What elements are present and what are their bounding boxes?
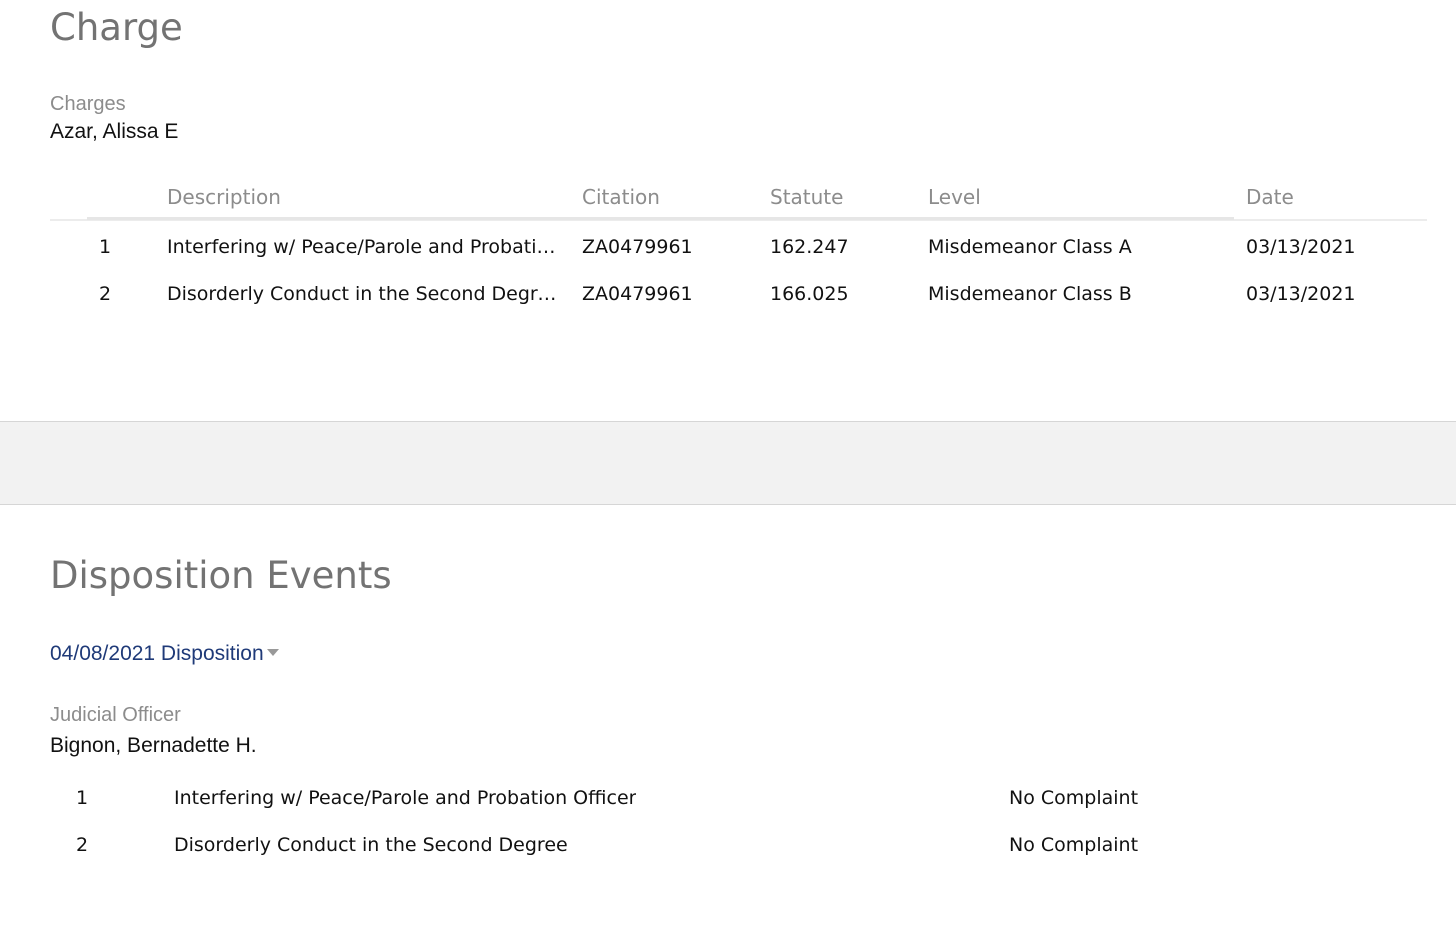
charge-level: Misdemeanor Class A: [928, 236, 1132, 258]
caret-down-icon: [266, 648, 279, 656]
charges-label: Charges: [50, 93, 126, 115]
judicial-officer-name: Bignon, Bernadette H.: [50, 734, 257, 757]
column-header-citation: Citation: [582, 185, 660, 209]
charge-statute: 162.247: [770, 236, 849, 258]
judicial-officer-label: Judicial Officer: [50, 704, 181, 726]
charge-level: Misdemeanor Class B: [928, 283, 1132, 305]
disposition-charge: Interfering w/ Peace/Parole and Probatio…: [174, 787, 637, 809]
charge-date: 03/13/2021: [1246, 236, 1356, 258]
charge-citation: ZA0479961: [582, 236, 693, 258]
charge-description: Interfering w/ Peace/Parole and Probatio…: [167, 236, 557, 258]
disposition-charge: Disorderly Conduct in the Second Degree: [174, 834, 568, 856]
column-header-date: Date: [1246, 185, 1294, 209]
charge-title: Charge: [50, 6, 183, 49]
charge-number: 2: [99, 283, 112, 305]
disposition-number: 1: [76, 787, 89, 809]
charge-section: Charge Charges Azar, Alissa E Descriptio…: [0, 0, 1456, 422]
section-separator: [0, 422, 1456, 505]
disposition-number: 2: [76, 834, 89, 856]
disposition-event-label: 04/08/2021 Disposition: [50, 642, 264, 665]
charge-date: 03/13/2021: [1246, 283, 1356, 305]
disposition-event-toggle[interactable]: 04/08/2021 Disposition: [50, 642, 279, 666]
defendant-name: Azar, Alissa E: [50, 120, 179, 143]
charge-citation: ZA0479961: [582, 283, 693, 305]
charge-statute: 166.025: [770, 283, 849, 305]
table-header-underline: [87, 217, 1234, 220]
disposition-events-title: Disposition Events: [50, 554, 392, 597]
disposition-result: No Complaint: [1009, 834, 1139, 856]
charge-description: Disorderly Conduct in the Second Degree: [167, 283, 557, 305]
column-header-level: Level: [928, 185, 981, 209]
column-header-statute: Statute: [770, 185, 844, 209]
column-header-description: Description: [167, 185, 281, 209]
charge-number: 1: [99, 236, 112, 258]
disposition-result: No Complaint: [1009, 787, 1139, 809]
